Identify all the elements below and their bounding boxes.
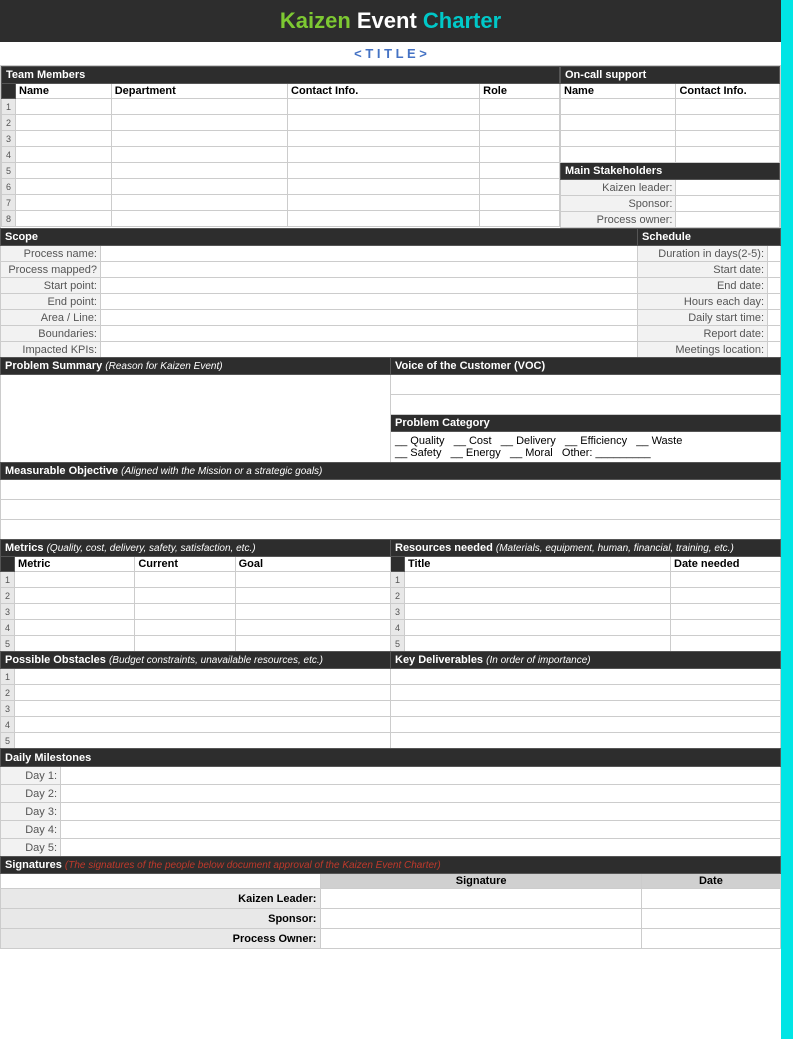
scope-row: End point: Hours each day: [1, 294, 781, 310]
col-signature: Signature [321, 874, 641, 889]
day2-input[interactable] [61, 785, 781, 803]
page-header: Kaizen Event Charter [0, 0, 781, 42]
process-owner-date[interactable] [641, 929, 780, 949]
measurable-objective-row1[interactable] [1, 480, 781, 500]
scope-row: Boundaries: Report date: [1, 326, 781, 342]
team-row: 7 [2, 195, 560, 211]
day2-label: Day 2: [1, 785, 61, 803]
day1-label: Day 1: [1, 767, 61, 785]
obstacles-header: Possible Obstacles (Budget constraints, … [1, 652, 391, 669]
title-placeholder: < T I T L E > [354, 46, 427, 61]
team-members-section: Team Members Name Department Contact Inf… [0, 65, 781, 229]
deliverables-header: Key Deliverables (In order of importance… [391, 652, 781, 669]
problem-summary-content[interactable] [1, 375, 391, 463]
kaizen-leader-sig[interactable] [321, 889, 641, 909]
metrics-row: 5 5 [1, 636, 781, 652]
kaizen-leader-sig-label: Kaizen Leader: [1, 889, 321, 909]
day4-label: Day 4: [1, 821, 61, 839]
metrics-row: 2 2 [1, 588, 781, 604]
day3-label: Day 3: [1, 803, 61, 821]
team-row: 3 [2, 131, 560, 147]
signatures-header: Signatures (The signatures of the people… [1, 857, 781, 874]
measurable-objective-header: Measurable Objective (Aligned with the M… [1, 463, 781, 480]
schedule-header: Schedule [638, 229, 781, 246]
obstacles-deliverables-section: Possible Obstacles (Budget constraints, … [0, 651, 781, 749]
col-goal: Goal [235, 557, 390, 572]
signature-row: Kaizen Leader: [1, 889, 781, 909]
problem-category-header: Problem Category [391, 415, 781, 432]
milestone-row: Day 5: [1, 839, 781, 857]
measurable-objective-row2[interactable] [1, 500, 781, 520]
obstacles-row: 2 [1, 685, 781, 701]
milestone-row: Day 3: [1, 803, 781, 821]
daily-milestones-section: Daily Milestones Day 1: Day 2: Day 3: Da… [0, 748, 781, 857]
measurable-objective-section: Measurable Objective (Aligned with the M… [0, 462, 781, 540]
team-row: 4 [2, 147, 560, 163]
signature-row: Process Owner: [1, 929, 781, 949]
day5-label: Day 5: [1, 839, 61, 857]
day1-input[interactable] [61, 767, 781, 785]
col-current: Current [135, 557, 235, 572]
team-members-header: Team Members [2, 67, 560, 84]
col-date: Date [641, 874, 780, 889]
obstacles-row: 5 [1, 733, 781, 749]
team-row: 2 [2, 115, 560, 131]
col-title: Title [405, 557, 671, 572]
team-row: 6 [2, 179, 560, 195]
measurable-objective-row3[interactable] [1, 520, 781, 540]
day5-input[interactable] [61, 839, 781, 857]
header-event: Event [351, 8, 423, 33]
team-row: 1 [2, 99, 560, 115]
obstacles-row: 3 [1, 701, 781, 717]
sponsor-date[interactable] [641, 909, 780, 929]
kaizen-leader-date[interactable] [641, 889, 780, 909]
scope-row: Process mapped? Start date: [1, 262, 781, 278]
col-metric: Metric [15, 557, 135, 572]
problem-voc-section: Problem Summary (Reason for Kaizen Event… [0, 357, 781, 463]
problem-category-items: __ Quality __ Cost __ Delivery __ Effici… [391, 432, 781, 463]
team-row: 8 [2, 211, 560, 227]
day4-input[interactable] [61, 821, 781, 839]
team-row: 5 [2, 163, 560, 179]
metrics-header: Metrics (Quality, cost, delivery, safety… [1, 540, 391, 557]
col-date-needed: Date needed [671, 557, 781, 572]
scope-row: Start point: End date: [1, 278, 781, 294]
scope-schedule-section: Scope Schedule Process name: Duration in… [0, 228, 781, 358]
process-owner-sig-label: Process Owner: [1, 929, 321, 949]
sponsor-sig[interactable] [321, 909, 641, 929]
scope-row: Area / Line: Daily start time: [1, 310, 781, 326]
signature-row: Sponsor: [1, 909, 781, 929]
main-stakeholders-header: Main Stakeholders [561, 163, 780, 180]
title-row: < T I T L E > [0, 42, 781, 66]
metrics-row: 1 1 [1, 572, 781, 588]
header-charter: Charter [423, 8, 501, 33]
daily-milestones-header: Daily Milestones [1, 749, 781, 767]
milestone-row: Day 1: [1, 767, 781, 785]
voc-header: Voice of the Customer (VOC) [391, 358, 781, 375]
on-call-header: On-call support [561, 67, 780, 84]
day3-input[interactable] [61, 803, 781, 821]
obstacles-row: 4 [1, 717, 781, 733]
scope-row: Impacted KPIs: Meetings location: [1, 342, 781, 358]
metrics-row: 3 3 [1, 604, 781, 620]
resources-header: Resources needed (Materials, equipment, … [391, 540, 781, 557]
metrics-resources-section: Metrics (Quality, cost, delivery, safety… [0, 539, 781, 652]
metrics-row: 4 4 [1, 620, 781, 636]
milestone-row: Day 2: [1, 785, 781, 803]
obstacles-row: 1 [1, 669, 781, 685]
problem-summary-header: Problem Summary (Reason for Kaizen Event… [1, 358, 391, 375]
scope-header: Scope [1, 229, 638, 246]
milestone-row: Day 4: [1, 821, 781, 839]
header-kaizen: Kaizen [280, 8, 351, 33]
process-owner-sig[interactable] [321, 929, 641, 949]
signatures-section: Signatures (The signatures of the people… [0, 856, 781, 949]
scope-row: Process name: Duration in days(2-5): [1, 246, 781, 262]
sponsor-sig-label: Sponsor: [1, 909, 321, 929]
